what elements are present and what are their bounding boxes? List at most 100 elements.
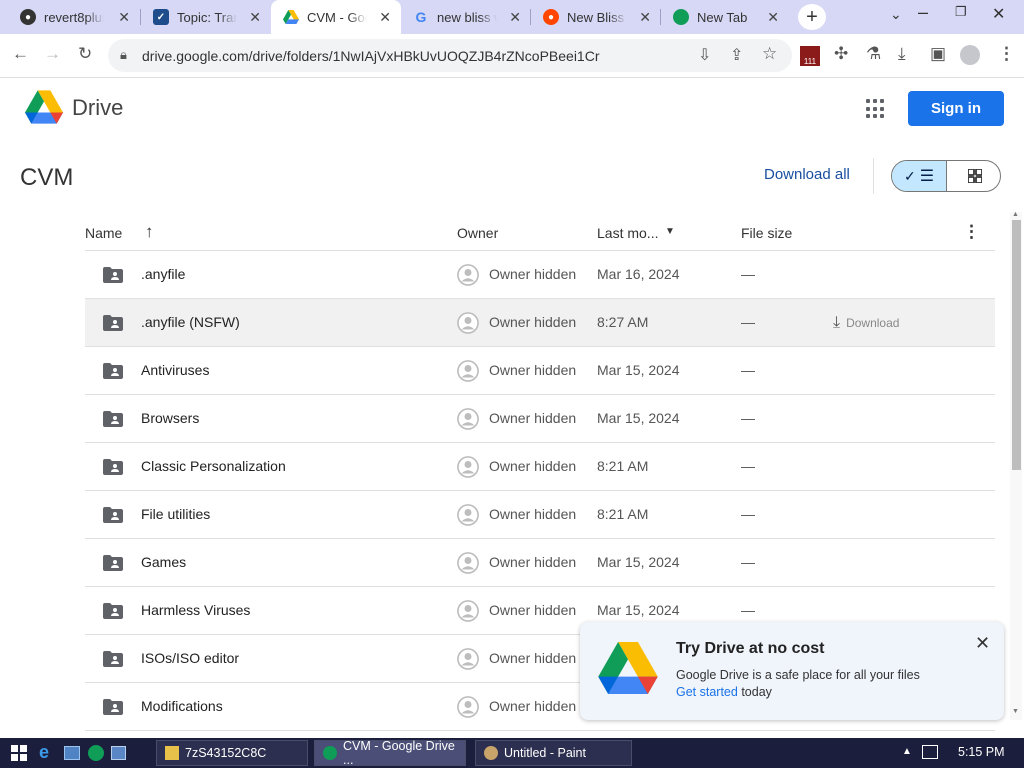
close-tab-icon[interactable]: ✕	[118, 9, 130, 26]
shared-folder-icon	[103, 699, 123, 715]
file-explorer-icon[interactable]	[64, 746, 80, 760]
scroll-up-icon[interactable]: ▲	[1012, 211, 1019, 218]
reload-icon[interactable]: ↻	[78, 44, 92, 64]
last-modified: Mar 15, 2024	[597, 602, 680, 618]
last-modified: 8:21 AM	[597, 506, 649, 522]
new-tab-button[interactable]: +	[798, 4, 826, 30]
file-size: —	[741, 314, 755, 330]
side-panel-icon[interactable]: ▣	[930, 44, 946, 64]
lock-icon: 🔒︎	[120, 47, 127, 62]
scroll-down-icon[interactable]: ▼	[1012, 708, 1019, 715]
get-started-link[interactable]: Get started	[676, 685, 738, 699]
file-size: —	[741, 506, 755, 522]
folder-icon	[165, 746, 179, 760]
taskbar-item-paint[interactable]: Untitled - Paint	[475, 740, 632, 766]
column-header-name[interactable]: Name	[85, 225, 122, 241]
list-view-button[interactable]: ✓ ☰	[892, 161, 947, 191]
file-size: —	[741, 362, 755, 378]
drive-logo-icon[interactable]	[25, 90, 63, 124]
scrollbar-thumb[interactable]	[1012, 220, 1021, 470]
close-window-button[interactable]: ✕	[992, 4, 1005, 24]
tab-search-icon[interactable]: ⌄	[890, 6, 902, 23]
table-row[interactable]: File utilities Owner hidden 8:21 AM —	[85, 491, 995, 539]
internet-explorer-icon[interactable]: e	[39, 742, 49, 763]
taskbar-item-7zip-folder[interactable]: 7zS43152C8C	[156, 740, 308, 766]
check-icon: ✓	[903, 167, 916, 184]
sign-in-button[interactable]: Sign in	[908, 91, 1004, 126]
folder-name: ISOs/ISO editor	[141, 650, 240, 666]
network-icon[interactable]	[922, 745, 938, 759]
show-hidden-icons-icon[interactable]: ▲	[902, 746, 912, 757]
browser-menu-icon[interactable]: ⋮	[998, 44, 1015, 64]
last-modified: Mar 15, 2024	[597, 554, 680, 570]
owner-name: Owner hidden	[489, 602, 577, 618]
close-tab-icon[interactable]: ✕	[379, 9, 391, 26]
profile-avatar-icon[interactable]	[960, 45, 980, 65]
github-icon: ●	[20, 9, 36, 25]
table-row[interactable]: Classic Personalization Owner hidden 8:21 …	[85, 443, 995, 491]
table-row[interactable]: Games Owner hidden Mar 15, 2024 —	[85, 539, 995, 587]
tab-new-bliss-reddit[interactable]: ● New Bliss fi ✕	[531, 0, 661, 34]
share-icon[interactable]: ⇪	[730, 45, 743, 65]
shared-folder-icon	[103, 315, 123, 331]
labs-flask-icon[interactable]: ⚗	[866, 44, 881, 64]
google-apps-icon[interactable]	[866, 99, 886, 119]
forward-icon[interactable]: →	[44, 44, 61, 64]
table-row[interactable]: .anyfile Owner hidden Mar 16, 2024 —	[85, 251, 995, 299]
view-toggle: ✓ ☰	[891, 160, 1001, 192]
extension-calendar-icon[interactable]: 111	[800, 46, 820, 66]
back-icon[interactable]: ←	[12, 44, 29, 64]
owner-name: Owner hidden	[489, 698, 577, 714]
shared-folder-icon	[103, 267, 123, 283]
close-tab-icon[interactable]: ✕	[639, 9, 651, 26]
shared-folder-icon	[103, 363, 123, 379]
owner-name: Owner hidden	[489, 266, 577, 282]
bookmark-star-icon[interactable]: ☆	[762, 44, 777, 64]
tab-topic[interactable]: ✓ Topic: Trans ✕	[141, 0, 271, 34]
tab-new-bliss-search[interactable]: G new bliss w ✕	[401, 0, 531, 34]
close-icon[interactable]: ✕	[975, 633, 990, 654]
table-row[interactable]: .anyfile (NSFW) Owner hidden 8:27 AM — ⤓ Down…	[85, 299, 995, 347]
sort-ascending-icon[interactable]: ↑	[145, 222, 154, 242]
grid-view-button[interactable]	[948, 161, 1000, 191]
tab-revert8plus[interactable]: ● revert8plus ✕	[8, 0, 140, 34]
tab-new-tab[interactable]: New Tab ✕	[661, 0, 789, 34]
start-button-icon[interactable]	[11, 745, 27, 761]
download-button[interactable]: ⤓ Download	[833, 314, 899, 332]
close-tab-icon[interactable]: ✕	[767, 9, 779, 26]
list-icon: ☰	[919, 168, 935, 185]
promo-cta-suffix: today	[737, 685, 772, 699]
sort-dropdown-icon[interactable]: ▼	[665, 226, 675, 237]
folder-name: .anyfile	[141, 266, 186, 282]
tab-cvm-google-drive[interactable]: CVM - Goo ✕	[271, 0, 401, 34]
taskbar-item-google-drive[interactable]: CVM - Google Drive ...	[314, 739, 466, 767]
extensions-puzzle-icon[interactable]: ✣	[834, 44, 848, 64]
owner-avatar-icon	[457, 552, 479, 574]
google-icon: G	[415, 9, 427, 25]
table-row[interactable]: Antiviruses Owner hidden Mar 15, 2024 —	[85, 347, 995, 395]
column-header-file-size: File size	[741, 225, 793, 241]
browser-icon[interactable]	[88, 745, 104, 761]
close-tab-icon[interactable]: ✕	[509, 9, 521, 26]
owner-name: Owner hidden	[489, 410, 577, 426]
app-name[interactable]: Drive	[72, 95, 123, 121]
close-tab-icon[interactable]: ✕	[249, 9, 261, 26]
install-app-icon[interactable]: ⇩	[698, 45, 711, 65]
taskbar-clock[interactable]: 5:15 PM	[958, 745, 1005, 759]
file-size: —	[741, 458, 755, 474]
restore-button[interactable]: ❐	[955, 4, 967, 20]
download-all-button[interactable]: Download all	[764, 166, 850, 183]
download-icon: ⤓	[833, 314, 841, 331]
folder-name: Games	[141, 554, 187, 570]
page-scrollbar[interactable]: ▲ ▼	[1010, 211, 1022, 720]
promo-body: Google Drive is a safe place for all you…	[676, 668, 920, 682]
address-bar[interactable]: 🔒︎ drive.google.com/drive/folders/1NwIAj…	[108, 39, 792, 72]
downloads-icon[interactable]: ⤓	[898, 44, 906, 64]
remote-desktop-icon[interactable]	[111, 746, 126, 760]
more-options-icon[interactable]: ⋮	[963, 222, 980, 242]
minimize-button[interactable]: –	[918, 2, 928, 23]
table-row[interactable]: Browsers Owner hidden Mar 15, 2024 —	[85, 395, 995, 443]
column-header-last-modified[interactable]: Last mo...	[597, 225, 658, 241]
folder-name: Browsers	[141, 410, 200, 426]
owner-avatar-icon	[457, 600, 479, 622]
